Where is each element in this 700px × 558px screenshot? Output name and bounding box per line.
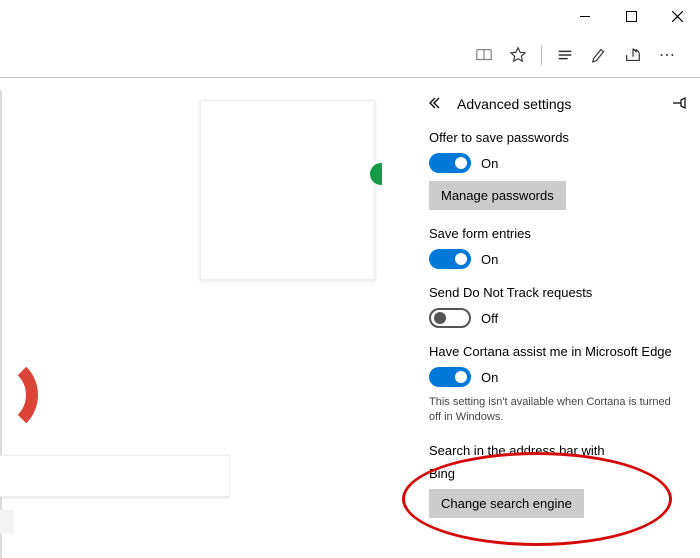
save-form-label: Save form entries xyxy=(429,226,680,241)
hub-icon[interactable] xyxy=(548,38,582,72)
save-form-toggle[interactable] xyxy=(429,249,471,269)
favorites-star-icon[interactable] xyxy=(501,38,535,72)
save-passwords-toggle[interactable] xyxy=(429,153,471,173)
window-minimize-button[interactable] xyxy=(562,0,608,32)
dnt-label: Send Do Not Track requests xyxy=(429,285,680,300)
manage-passwords-button[interactable]: Manage passwords xyxy=(429,181,566,210)
panel-title: Advanced settings xyxy=(457,96,571,112)
notes-icon[interactable] xyxy=(582,38,616,72)
cortana-state: On xyxy=(481,370,498,385)
share-icon[interactable] xyxy=(616,38,650,72)
save-passwords-label: Offer to save passwords xyxy=(429,130,680,145)
cortana-note: This setting isn't available when Cortan… xyxy=(429,395,680,425)
window-close-button[interactable] xyxy=(654,0,700,32)
save-form-state: On xyxy=(481,252,498,267)
search-engine-value: Bing xyxy=(429,466,680,481)
change-search-engine-button[interactable]: Change search engine xyxy=(429,489,584,518)
content-card-logo-fragment xyxy=(360,163,382,185)
save-passwords-state: On xyxy=(481,156,498,171)
page-small-tile xyxy=(0,510,14,534)
page-content-background xyxy=(0,90,380,558)
cortana-toggle[interactable] xyxy=(429,367,471,387)
settings-panel: Advanced settings Offer to save password… xyxy=(405,78,700,558)
dnt-toggle[interactable] xyxy=(429,308,471,328)
search-engine-label: Search in the address bar with xyxy=(429,443,680,458)
content-card xyxy=(200,100,375,280)
dnt-state: Off xyxy=(481,311,498,326)
panel-pin-button[interactable] xyxy=(672,96,686,113)
reading-view-icon[interactable] xyxy=(467,38,501,72)
window-maximize-button[interactable] xyxy=(608,0,654,32)
more-icon[interactable] xyxy=(650,38,684,72)
toolbar-separator xyxy=(541,45,542,65)
page-search-box[interactable] xyxy=(0,455,230,497)
page-logo-fragment xyxy=(0,355,20,435)
cortana-label: Have Cortana assist me in Microsoft Edge xyxy=(429,344,680,359)
panel-back-button[interactable] xyxy=(429,96,443,112)
